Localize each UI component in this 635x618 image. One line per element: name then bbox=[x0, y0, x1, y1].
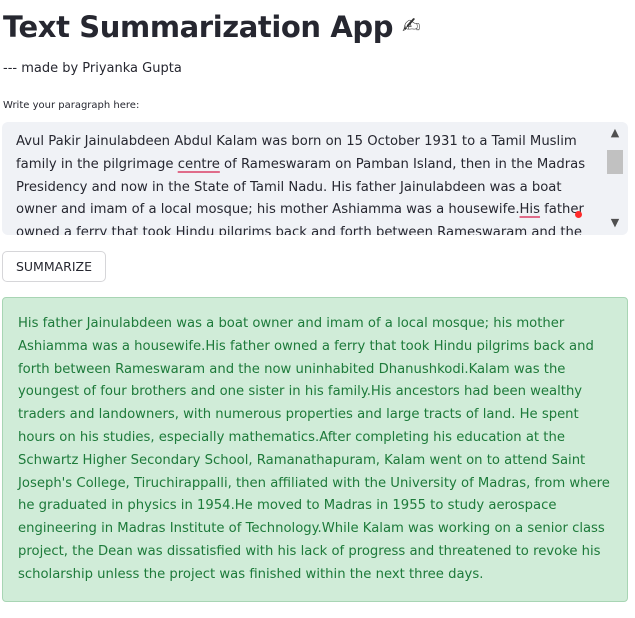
scroll-up-arrow-icon[interactable]: ▲ bbox=[604, 124, 626, 142]
scrollbar-thumb[interactable] bbox=[607, 150, 623, 174]
writing-hand-icon: ✍ bbox=[402, 14, 421, 39]
spellcheck-flagged-word: His bbox=[519, 202, 540, 218]
summary-result-box: His father Jainulabdeen was a boat owner… bbox=[2, 297, 628, 602]
textarea-line: owner and imam of a local mosque; his mo… bbox=[16, 199, 586, 222]
textarea-line: family in the pilgrimage centre of Rames… bbox=[16, 154, 586, 177]
summary-result-text: His father Jainulabdeen was a boat owner… bbox=[18, 316, 610, 582]
paragraph-textarea-content[interactable]: Avul Pakir Jainulabdeen Abdul Kalam was … bbox=[16, 131, 586, 235]
status-dot-icon bbox=[575, 211, 582, 218]
textarea-text-segment: owner and imam of a local mosque; his mo… bbox=[16, 202, 520, 218]
textarea-text-segment: family in the pilgrimage bbox=[16, 156, 178, 172]
summarize-button[interactable]: SUMMARIZE bbox=[2, 251, 106, 282]
author-byline: --- made by Priyanka Gupta bbox=[3, 61, 182, 76]
page-title: Text Summarization App bbox=[3, 10, 394, 44]
textarea-scrollbar[interactable]: ▲ ▼ bbox=[604, 124, 626, 232]
title-row: Text Summarization App ✍ bbox=[3, 8, 421, 46]
textarea-text-segment: of Rameswaram on Pamban Island, then in … bbox=[219, 156, 586, 172]
textarea-line: Presidency and now in the State of Tamil… bbox=[16, 179, 562, 195]
scroll-down-arrow-icon[interactable]: ▼ bbox=[604, 214, 626, 232]
spellcheck-flagged-word: centre bbox=[177, 156, 220, 172]
paragraph-textarea[interactable]: Avul Pakir Jainulabdeen Abdul Kalam was … bbox=[2, 122, 628, 235]
textarea-line: owned a ferry that took Hindu pilgrims b… bbox=[16, 225, 582, 235]
paragraph-input-label: Write your paragraph here: bbox=[3, 100, 140, 111]
textarea-line: Avul Pakir Jainulabdeen Abdul Kalam was … bbox=[16, 134, 577, 149]
